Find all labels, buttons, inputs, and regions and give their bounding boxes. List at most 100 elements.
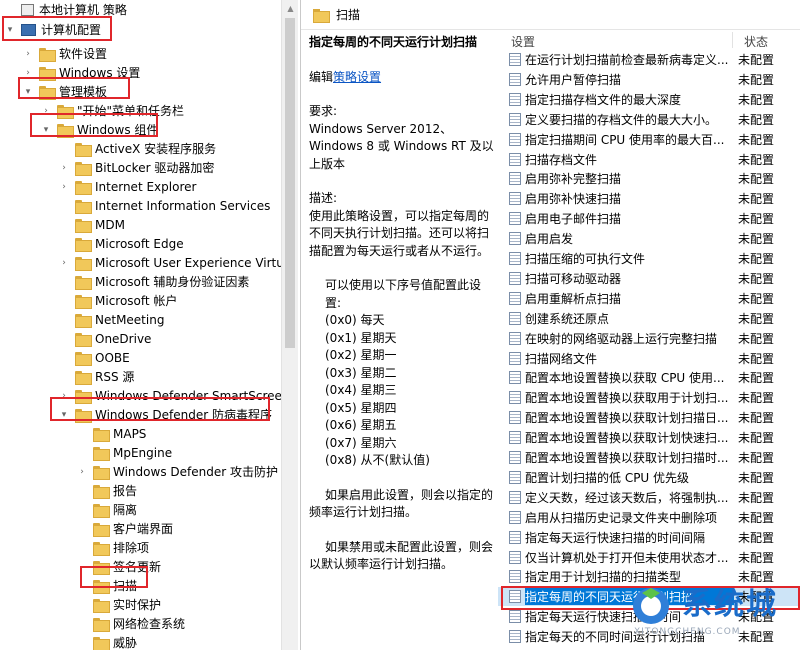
tree-node[interactable]: 本地计算机 策略 bbox=[4, 0, 127, 19]
setting-row[interactable]: 扫描网络文件 未配置 bbox=[498, 349, 800, 368]
setting-row[interactable]: 启用电子邮件扫描 未配置 bbox=[498, 209, 800, 228]
chevron-down-icon[interactable]: ▾ bbox=[22, 86, 34, 98]
chevron-right-icon[interactable]: › bbox=[22, 48, 34, 60]
tree-node[interactable]: Microsoft Edge bbox=[58, 234, 184, 253]
tree-scrollbar[interactable]: ▲ bbox=[281, 0, 298, 650]
setting-row[interactable]: 扫描压缩的可执行文件 未配置 bbox=[498, 249, 800, 268]
tree-node[interactable]: 隔离 bbox=[76, 500, 137, 519]
scroll-up-icon[interactable]: ▲ bbox=[282, 0, 299, 17]
setting-row[interactable]: 配置本地设置替换以获取计划快速扫... 未配置 bbox=[498, 428, 800, 447]
chevron-right-icon[interactable]: › bbox=[58, 181, 70, 193]
tree-node[interactable]: ▾ 计算机配置 bbox=[4, 20, 101, 39]
setting-row[interactable]: 配置本地设置替换以获取用于计划扫... 未配置 bbox=[498, 388, 800, 407]
tree-node[interactable]: ▾ Windows 组件 bbox=[40, 120, 158, 139]
tree-node[interactable]: ▾ 管理模板 bbox=[22, 82, 107, 101]
setting-row[interactable]: 启用从扫描历史记录文件夹中删除项 未配置 bbox=[498, 508, 800, 527]
tree-node[interactable]: NetMeeting bbox=[58, 310, 164, 329]
tree-node[interactable]: ActiveX 安装程序服务 bbox=[58, 139, 216, 158]
setting-row[interactable]: 指定用于计划扫描的扫描类型 未配置 bbox=[498, 567, 800, 586]
column-state[interactable]: 状态 bbox=[744, 33, 768, 50]
tree-node[interactable]: MAPS bbox=[76, 424, 146, 443]
tree-node[interactable]: › Windows Defender 攻击防护 bbox=[76, 462, 278, 481]
tree-node[interactable]: Internet Information Services bbox=[58, 196, 270, 215]
folder-icon bbox=[93, 560, 110, 575]
setting-row[interactable]: 指定每天运行快速扫描的时间 未配置 bbox=[498, 607, 800, 626]
setting-row[interactable]: 扫描存档文件 未配置 bbox=[498, 150, 800, 169]
tree-node[interactable]: MpEngine bbox=[76, 443, 172, 462]
tree-node[interactable]: 实时保护 bbox=[76, 595, 161, 614]
setting-row[interactable]: 启用启发 未配置 bbox=[498, 229, 800, 248]
tree-node[interactable]: 签名更新 bbox=[76, 557, 161, 576]
setting-state: 未配置 bbox=[738, 590, 775, 605]
tree-node[interactable]: OOBE bbox=[58, 348, 130, 367]
tree-node[interactable]: › 软件设置 bbox=[22, 44, 107, 63]
setting-row[interactable]: 配置计划扫描的低 CPU 优先级 未配置 bbox=[498, 468, 800, 487]
setting-row[interactable]: 指定每天运行快速扫描的时间间隔 未配置 bbox=[498, 528, 800, 547]
setting-name: 扫描压缩的可执行文件 bbox=[525, 252, 646, 266]
tree-node[interactable]: Microsoft 帐户 bbox=[58, 291, 177, 310]
folder-icon bbox=[57, 104, 74, 119]
tree-node[interactable]: › BitLocker 驱动器加密 bbox=[58, 158, 214, 177]
column-setting[interactable]: 设置 bbox=[511, 33, 535, 50]
tree-node[interactable]: 排除项 bbox=[76, 538, 149, 557]
chevron-right-icon[interactable]: › bbox=[76, 466, 88, 478]
chevron-right-icon[interactable]: › bbox=[58, 162, 70, 174]
tree-node[interactable]: Microsoft 辅助身份验证因素 bbox=[58, 272, 249, 291]
setting-row[interactable]: 指定每天的不同时间运行计划扫描 未配置 bbox=[498, 627, 800, 646]
setting-row[interactable]: 定义要扫描的存档文件的最大大小。 未配置 bbox=[498, 110, 800, 129]
folder-icon bbox=[39, 66, 56, 81]
chevron-right-icon[interactable]: › bbox=[22, 67, 34, 79]
tree-node[interactable]: 报告 bbox=[76, 481, 137, 500]
tree-node[interactable]: ▾ Windows Defender 防病毒程序 bbox=[58, 405, 272, 424]
chevron-down-icon[interactable]: ▾ bbox=[58, 409, 70, 421]
tree-node[interactable]: OneDrive bbox=[58, 329, 151, 348]
tree-node-label: 本地计算机 策略 bbox=[39, 3, 127, 17]
tree-node[interactable]: › Microsoft User Experience Virtuali bbox=[58, 253, 281, 272]
tree-node-label: 计算机配置 bbox=[41, 23, 102, 37]
tree-node-label: 报告 bbox=[113, 484, 138, 498]
folder-icon bbox=[75, 389, 92, 404]
tree-node-label: Microsoft 辅助身份验证因素 bbox=[95, 275, 250, 289]
setting-row[interactable]: 配置本地设置替换以获取 CPU 使用... 未配置 bbox=[498, 368, 800, 387]
tree-node[interactable]: 扫描 bbox=[76, 576, 137, 595]
tree-scroll-thumb[interactable] bbox=[285, 18, 295, 348]
setting-row[interactable]: 仅当计算机处于打开但未使用状态才... 未配置 bbox=[498, 548, 800, 567]
setting-row[interactable]: 允许用户暂停扫描 未配置 bbox=[498, 70, 800, 89]
tree-node[interactable]: 网络检查系统 bbox=[76, 614, 185, 633]
setting-row[interactable]: 扫描可移动驱动器 未配置 bbox=[498, 269, 800, 288]
setting-row[interactable]: 配置本地设置替换以获取计划扫描日... 未配置 bbox=[498, 408, 800, 427]
chevron-down-icon[interactable]: ▾ bbox=[4, 24, 16, 36]
chevron-right-icon[interactable]: › bbox=[58, 257, 70, 269]
setting-row[interactable]: 启用重解析点扫描 未配置 bbox=[498, 289, 800, 308]
setting-name: 指定每天运行快速扫描的时间间隔 bbox=[525, 530, 706, 545]
tree-node[interactable]: › Internet Explorer bbox=[58, 177, 196, 196]
column-divider[interactable] bbox=[732, 32, 733, 48]
setting-row[interactable]: 创建系统还原点 未配置 bbox=[498, 309, 800, 328]
setting-row[interactable]: 配置本地设置替换以获取计划扫描时... 未配置 bbox=[498, 448, 800, 467]
tree-node[interactable]: 威胁 bbox=[76, 633, 137, 650]
setting-row[interactable]: 定义天数，经过该天数后，将强制执... 未配置 bbox=[498, 488, 800, 507]
setting-row[interactable]: 启用弥补完整扫描 未配置 bbox=[498, 169, 800, 188]
chevron-right-icon[interactable]: › bbox=[58, 390, 70, 402]
setting-name: 指定每周的不同天运行计划扫描 bbox=[525, 588, 734, 606]
tree-node[interactable]: 客户端界面 bbox=[76, 519, 173, 538]
tree-node[interactable]: › Windows Defender SmartScreen bbox=[58, 386, 281, 405]
setting-row[interactable]: 指定扫描期间 CPU 使用率的最大百... 未配置 bbox=[498, 130, 800, 149]
tree-node[interactable]: RSS 源 bbox=[58, 367, 134, 386]
setting-row[interactable]: 启用弥补快速扫描 未配置 bbox=[498, 189, 800, 208]
tree-node[interactable]: MDM bbox=[58, 215, 125, 234]
chevron-down-icon[interactable]: ▾ bbox=[40, 124, 52, 136]
setting-row[interactable]: 指定每周的不同天运行计划扫描 未配置 bbox=[498, 587, 800, 607]
setting-row[interactable]: 在运行计划扫描前检查最新病毒定义... 未配置 bbox=[498, 50, 800, 69]
setting-row[interactable]: 在映射的网络驱动器上运行完整扫描 未配置 bbox=[498, 329, 800, 348]
tree-node[interactable]: › "开始"菜单和任务栏 bbox=[40, 101, 184, 120]
tree-node-label: MAPS bbox=[113, 426, 147, 441]
edit-policy-link[interactable]: 策略设置 bbox=[333, 70, 381, 84]
policy-icon bbox=[509, 172, 521, 186]
chevron-right-icon[interactable]: › bbox=[40, 105, 52, 117]
tree-node-label: 客户端界面 bbox=[113, 522, 174, 536]
setting-row[interactable]: 指定扫描存档文件的最大深度 未配置 bbox=[498, 90, 800, 109]
tree-node[interactable]: › Windows 设置 bbox=[22, 63, 140, 82]
